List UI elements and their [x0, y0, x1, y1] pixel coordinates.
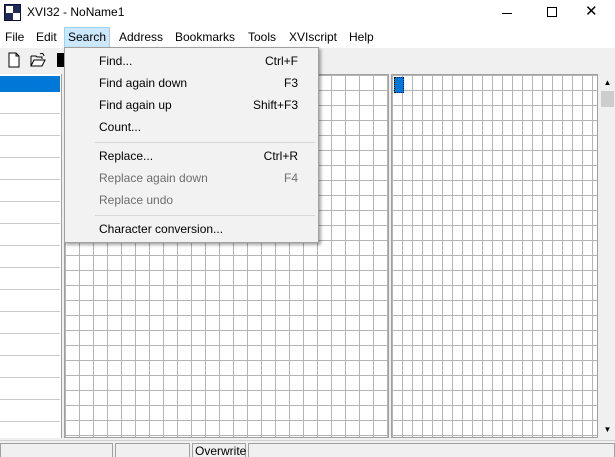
menu-item-find[interactable]: Find... Ctrl+F — [67, 50, 316, 72]
menu-search[interactable]: Search — [64, 27, 110, 48]
menu-edit[interactable]: Edit — [36, 29, 57, 46]
close-icon: ✕ — [585, 3, 598, 20]
window-title: XVI32 - NoName1 — [27, 5, 125, 19]
close-button[interactable]: ✕ — [569, 0, 615, 26]
menu-item-label: Replace undo — [99, 193, 174, 207]
status-mode: Overwrite — [192, 443, 246, 457]
menu-item-shortcut: Ctrl+F — [265, 54, 298, 68]
menu-separator — [95, 215, 315, 216]
app-icon — [4, 4, 21, 21]
menu-item-replace-again-down: Replace again down F4 — [67, 167, 316, 189]
open-folder-icon[interactable] — [30, 52, 46, 68]
maximize-icon — [547, 7, 557, 17]
menu-xviscript[interactable]: XVIscript — [289, 29, 337, 46]
menu-bookmarks[interactable]: Bookmarks — [175, 29, 235, 46]
menu-item-label: Find again down — [99, 76, 188, 90]
scroll-down-arrow-icon[interactable]: ▼ — [600, 422, 615, 437]
menu-separator — [95, 142, 315, 143]
search-menu-dropdown: Find... Ctrl+F Find again down F3 Find a… — [64, 47, 319, 243]
status-cell-1 — [0, 443, 113, 457]
status-bar: Overwrite — [0, 440, 615, 457]
menu-item-label: Replace again down — [99, 171, 208, 185]
minimize-icon — [502, 13, 512, 14]
address-panel[interactable] — [0, 74, 62, 438]
address-rows — [0, 92, 60, 436]
menu-item-count[interactable]: Count... — [67, 116, 316, 138]
menu-item-replace-undo: Replace undo — [67, 189, 316, 211]
scrollbar-thumb[interactable] — [601, 91, 614, 107]
menu-item-label: Count... — [99, 120, 142, 134]
minimize-button[interactable] — [484, 0, 530, 26]
menu-item-label: Find again up — [99, 98, 172, 112]
address-selection — [0, 76, 60, 92]
menu-item-shortcut: Ctrl+R — [263, 149, 298, 163]
menu-item-find-again-down[interactable]: Find again down F3 — [67, 72, 316, 94]
text-grid[interactable] — [391, 74, 598, 438]
menu-help[interactable]: Help — [349, 29, 374, 46]
vertical-scrollbar[interactable]: ▲ ▼ — [600, 74, 615, 438]
menu-item-shortcut: Shift+F3 — [252, 98, 298, 112]
menu-item-label: Find... — [99, 54, 133, 68]
text-cursor — [394, 77, 404, 93]
scroll-up-arrow-icon[interactable]: ▲ — [600, 75, 615, 90]
menu-item-shortcut: F4 — [283, 171, 298, 185]
menu-item-label: Replace... — [99, 149, 154, 163]
status-cell-4 — [248, 443, 615, 457]
menu-item-label: Character conversion... — [99, 222, 224, 236]
title-bar: XVI32 - NoName1 ✕ — [0, 0, 615, 26]
menu-item-replace[interactable]: Replace... Ctrl+R — [67, 145, 316, 167]
new-file-icon[interactable] — [6, 52, 22, 68]
menu-tools[interactable]: Tools — [248, 29, 276, 46]
menu-item-find-again-up[interactable]: Find again up Shift+F3 — [67, 94, 316, 116]
menu-address[interactable]: Address — [119, 29, 163, 46]
menu-bar: File Edit Search Address Bookmarks Tools… — [0, 26, 615, 48]
menu-item-shortcut: F3 — [283, 76, 298, 90]
status-cell-2 — [115, 443, 190, 457]
menu-item-character-conversion[interactable]: Character conversion... — [67, 218, 316, 240]
menu-file[interactable]: File — [5, 29, 24, 46]
